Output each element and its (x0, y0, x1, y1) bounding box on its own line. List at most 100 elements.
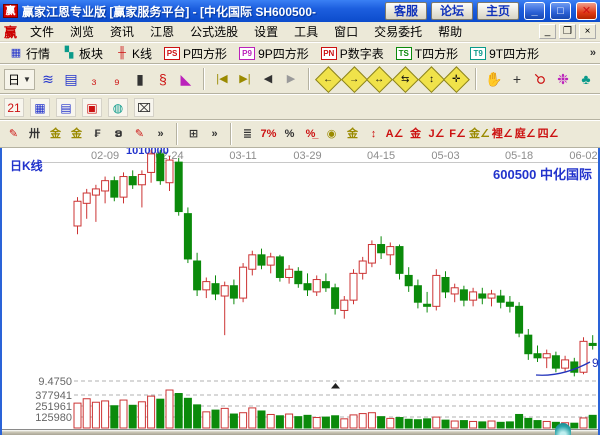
expand-h-icon[interactable]: ↔ (366, 66, 393, 93)
chart-export-icon[interactable]: ◍ (108, 98, 128, 117)
li-angle-icon[interactable]: 裡∠ (492, 124, 513, 144)
menu-formula-stockpick[interactable]: 公式选股 (183, 21, 245, 42)
next-icon[interactable]: ▶ (281, 68, 301, 90)
gold-red-icon[interactable]: 金 (406, 124, 425, 144)
title-bar: 赢 赢家江恩专业版 [赢家服务平台] - [中化国际 SH600500- 客服 … (0, 0, 600, 22)
spiral-icon[interactable]: ອ (109, 124, 128, 144)
horizontal-scrollbar[interactable] (2, 429, 598, 435)
mdi-close-button[interactable]: × (579, 24, 596, 39)
first-icon[interactable]: |◀ (212, 68, 232, 90)
menu-help[interactable]: 帮助 (431, 21, 469, 42)
menu-window[interactable]: 窗口 (327, 21, 365, 42)
mdi-minimize-button[interactable]: _ (539, 24, 556, 39)
t9-square-button[interactable]: T99T四方形 (465, 44, 544, 63)
magnifier-icon[interactable]: ⚲ (525, 64, 555, 94)
wave-icon[interactable]: ≋ (38, 68, 58, 90)
homepage-button[interactable]: 主页 (477, 2, 519, 20)
candle-dropdown-icon[interactable]: ▮ (130, 68, 150, 90)
candle-arrow-icon[interactable]: ↕ (364, 124, 383, 144)
draw-overflow-chevron-1[interactable]: » (151, 124, 170, 144)
candle-body (249, 255, 256, 269)
save-icon[interactable]: ▣ (82, 98, 102, 117)
chart3-icon[interactable]: ₃ (84, 68, 104, 90)
forum-button[interactable]: 论坛 (431, 2, 473, 20)
last-icon[interactable]: ▶| (235, 68, 255, 90)
swap-h-icon[interactable]: ⇆ (392, 66, 419, 93)
hand-icon[interactable]: ✋ (484, 68, 504, 90)
calculator-icon[interactable]: ▦ (30, 98, 50, 117)
sectors-button[interactable]: ▚板块 (57, 44, 108, 63)
a-angle-icon[interactable]: A∠ (385, 124, 404, 144)
expand-v-icon[interactable]: ↕ (418, 66, 445, 93)
gold-circle-icon[interactable]: ◉ (322, 124, 341, 144)
maximize-button[interactable]: □ (550, 2, 571, 20)
volume-bar (157, 399, 164, 428)
mdi-restore-button[interactable]: ❐ (559, 24, 576, 39)
kline-chart[interactable]: 02-0902-2403-1103-2904-1505-0305-1806-02… (2, 148, 598, 433)
ting-angle-icon[interactable]: 庭∠ (515, 124, 536, 144)
menu-tools[interactable]: 工具 (287, 21, 325, 42)
customer-service-button[interactable]: 客服 (385, 2, 427, 20)
knot-icon[interactable]: § (153, 68, 173, 90)
gold-grid-icon[interactable]: 金 (46, 124, 65, 144)
expand-all-icon[interactable]: ✛ (443, 66, 470, 93)
menu-browse[interactable]: 浏览 (63, 21, 101, 42)
window-title: 赢家江恩专业版 [赢家服务平台] - [中化国际 SH600500- (22, 3, 381, 20)
draw-overflow-chevron-2[interactable]: » (205, 124, 224, 144)
volume-bar (313, 418, 320, 428)
f-angle-icon[interactable]: F∠ (448, 124, 467, 144)
blocks-icon: ▚ (62, 47, 76, 60)
f-grid-icon[interactable]: ₣ (88, 124, 107, 144)
volume-bar (138, 402, 145, 428)
menu-file[interactable]: 文件 (23, 21, 61, 42)
close-button[interactable]: ✕ (576, 2, 597, 20)
menu-news[interactable]: 资讯 (103, 21, 141, 42)
prev-icon[interactable]: ◀ (258, 68, 278, 90)
gold-angle-icon[interactable]: 金∠ (469, 124, 490, 144)
flag-chart-icon[interactable]: ◣ (176, 68, 196, 90)
gold-line-icon[interactable]: 金 (343, 124, 362, 144)
flower-icon[interactable]: ❉ (553, 68, 573, 90)
menu-trade[interactable]: 交易委托 (367, 21, 429, 42)
menu-gann[interactable]: 江恩 (143, 21, 181, 42)
shift-right-icon[interactable]: → (341, 66, 368, 93)
t-square-button[interactable]: TST四方形 (391, 44, 463, 63)
p-number-table-button[interactable]: PNP数字表 (316, 44, 389, 63)
candle-body (479, 294, 486, 298)
j-angle-icon[interactable]: J∠ (427, 124, 446, 144)
candle-body (460, 290, 467, 300)
four-angle-icon[interactable]: 四∠ (538, 124, 559, 144)
volume-bar (378, 417, 385, 428)
period-selector[interactable]: 日▼ (4, 69, 35, 90)
toolbar-overflow-chevron[interactable]: » (590, 47, 596, 59)
notepad-icon[interactable]: ▤ (56, 98, 76, 117)
percent7-icon[interactable]: 7% (259, 124, 278, 144)
ruler-icon[interactable]: ≣ (238, 124, 257, 144)
p9-square-button[interactable]: P99P四方形 (234, 44, 314, 63)
percent-line-icon[interactable]: %̲ (301, 124, 320, 144)
minimize-button[interactable]: _ (524, 2, 545, 20)
pc-card-icon[interactable]: ⌧ (134, 98, 154, 117)
calendar-icon[interactable]: 21 (4, 98, 24, 117)
document-icon[interactable]: ▤ (61, 68, 81, 90)
pen2-icon[interactable]: ✎ (130, 124, 149, 144)
volume-bar (111, 406, 118, 428)
chart9-icon[interactable]: ₉ (107, 68, 127, 90)
annotation-label: 9 (592, 356, 598, 370)
grid-icon[interactable]: 卅 (25, 124, 44, 144)
shift-left-icon[interactable]: ← (315, 66, 342, 93)
volume-bar (203, 412, 210, 428)
pen-icon[interactable]: ✎ (4, 124, 23, 144)
kline-button[interactable]: ╫K线 (110, 44, 157, 63)
quotes-button[interactable]: ▦行情 (4, 44, 55, 63)
gold-grid2-icon[interactable]: 金 (67, 124, 86, 144)
candle-body (138, 174, 145, 184)
menu-settings[interactable]: 设置 (247, 21, 285, 42)
p-square-button[interactable]: PSP四方形 (159, 44, 232, 63)
panel-layout-icon[interactable]: ⊞ (184, 124, 203, 144)
volume-bar (276, 416, 283, 428)
crosshair-icon[interactable]: + (507, 68, 527, 90)
volume-bar (83, 399, 90, 428)
percent-icon[interactable]: % (280, 124, 299, 144)
brain-icon[interactable]: ♣ (576, 68, 596, 90)
